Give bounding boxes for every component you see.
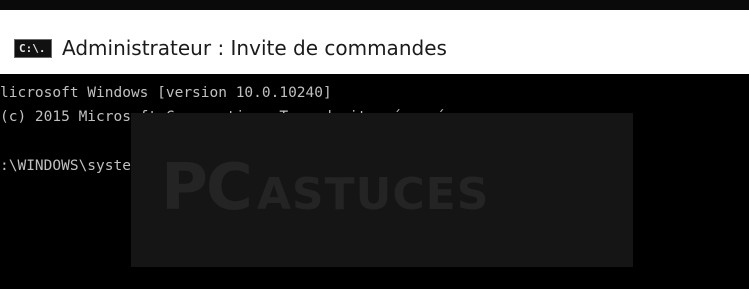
watermark-big-text: PC [161, 151, 253, 225]
watermark-small-text: ASTUCES [256, 169, 490, 220]
console-line-version: licrosoft Windows [version 10.0.10240] [0, 85, 332, 101]
watermark-logo: PC ASTUCES [131, 113, 633, 267]
cmd-icon-glyph: C:\. [19, 42, 46, 55]
command-prompt-window: C:\. Administrateur : Invite de commande… [0, 0, 749, 289]
title-bar[interactable]: C:\. Administrateur : Invite de commande… [0, 0, 749, 74]
cmd-console-icon: C:\. [14, 39, 52, 58]
window-title: Administrateur : Invite de commandes [62, 36, 447, 60]
